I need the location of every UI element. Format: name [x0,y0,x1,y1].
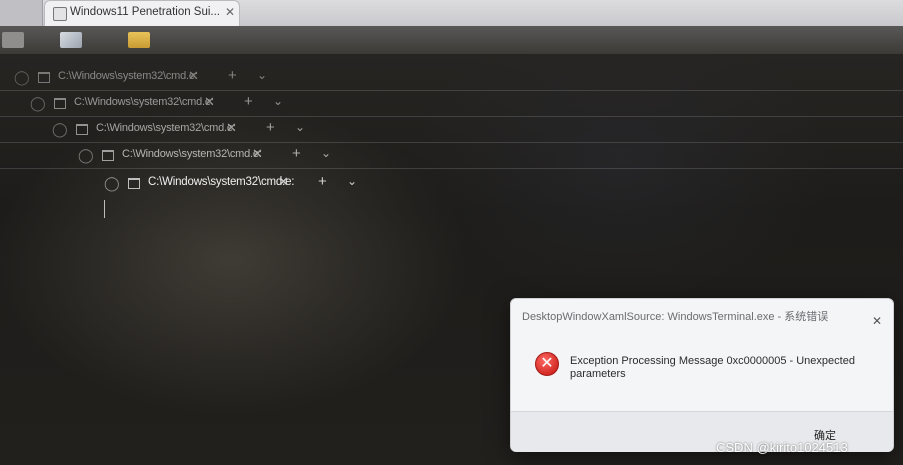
plus-icon[interactable]: + [318,173,327,190]
desktop-icon-computer[interactable] [60,32,82,48]
terminal-icon [38,72,50,83]
desktop-icon-folder[interactable] [128,32,150,48]
close-icon[interactable]: ✕ [252,146,263,162]
left-tab-stub[interactable] [0,0,43,26]
dialog-title: DesktopWindowXamlSource: WindowsTerminal… [522,311,829,323]
terminal-icon [54,98,66,109]
close-icon[interactable]: ✕ [225,5,235,19]
terminal-tab-label[interactable]: C:\Windows\system32\cmd.e: [148,176,294,188]
app-icon [53,7,67,21]
terminal-icon [76,124,88,135]
plus-icon[interactable]: + [266,119,275,136]
shield-icon: ◯ [14,69,30,85]
chevron-down-icon[interactable]: ⌄ [321,146,331,160]
terminal-tab-label[interactable]: C:\Windows\system32\cmd.e: [58,70,198,82]
terminal-icon [102,150,114,161]
tab-row-divider [0,142,903,143]
tab-windows11-penetration-suite[interactable]: Windows11 Penetration Sui... ✕ [44,0,240,26]
tab-title: Windows11 Penetration Sui... [70,6,221,18]
terminal-tab-label[interactable]: C:\Windows\system32\cmd.e: [122,148,262,160]
text-cursor [104,200,105,218]
system-error-dialog: DesktopWindowXamlSource: WindowsTerminal… [510,298,894,452]
tab-row-divider [0,90,903,91]
terminal-tab-label[interactable]: C:\Windows\system32\cmd.e: [96,122,236,134]
watermark: CSDN @kirito1024513 [716,440,848,455]
shield-icon: ◯ [104,175,120,191]
tab-row-divider [0,168,903,169]
plus-icon[interactable]: + [228,67,237,84]
shield-icon: ◯ [78,147,94,163]
dialog-message: Exception Processing Message 0xc0000005 … [570,355,855,380]
tab-row-divider [0,116,903,117]
desktop-icon-generic[interactable] [2,32,24,48]
close-icon[interactable]: ✕ [226,120,237,136]
chevron-down-icon[interactable]: ⌄ [295,120,305,134]
error-icon: ✕ [535,352,559,376]
desktop-icon-row [0,26,903,54]
chevron-down-icon[interactable]: ⌄ [257,68,267,82]
chevron-down-icon[interactable]: ⌄ [347,174,357,188]
close-icon[interactable]: ✕ [872,314,882,328]
plus-icon[interactable]: + [244,93,253,110]
shield-icon: ◯ [30,95,46,111]
terminal-tab-label[interactable]: C:\Windows\system32\cmd.e: [74,96,214,108]
terminal-icon [128,178,140,189]
photographed-screen: Windows11 Penetration Sui... ✕ ◯ C:\Wind… [0,0,903,465]
close-icon[interactable]: ✕ [278,174,289,190]
close-icon[interactable]: ✕ [188,68,199,84]
window-tab-strip: Windows11 Penetration Sui... ✕ [0,0,903,27]
shield-icon: ◯ [52,121,68,137]
close-icon[interactable]: ✕ [204,94,215,110]
chevron-down-icon[interactable]: ⌄ [273,94,283,108]
plus-icon[interactable]: + [292,145,301,162]
